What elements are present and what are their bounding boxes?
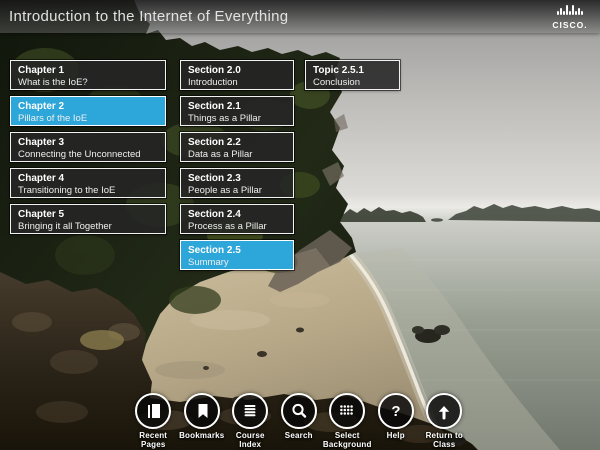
tile-title: What is the IoE? [18, 77, 88, 88]
bookmarks-button[interactable]: Bookmarks [178, 393, 227, 449]
section-tile-2-3[interactable]: Section 2.3 People as a Pillar [180, 168, 294, 198]
page-title: Introduction to the Internet of Everythi… [9, 8, 289, 25]
tile-title: Introduction [188, 77, 238, 88]
svg-text:?: ? [391, 403, 400, 420]
chapter-tile-5[interactable]: Chapter 5 Bringing it all Together [10, 204, 166, 234]
cisco-logo: CISCO. [550, 4, 590, 33]
select-background-icon [329, 393, 366, 429]
tile-kicker: Chapter 1 [18, 65, 65, 76]
help-button[interactable]: ? Help [372, 393, 421, 449]
tile-title: Process as a Pillar [188, 221, 267, 232]
search-button[interactable]: Search [275, 393, 324, 449]
tile-kicker: Section 2.5 [188, 245, 241, 256]
tile-title: Conclusion [313, 77, 360, 88]
return-to-class-icon [426, 393, 463, 429]
tile-kicker: Chapter 5 [18, 209, 65, 220]
tile-kicker: Chapter 3 [18, 137, 65, 148]
tile-title: Pillars of the IoE [18, 113, 88, 124]
recent-pages-button[interactable]: Recent Pages [129, 393, 178, 449]
tile-kicker: Topic 2.5.1 [313, 65, 364, 76]
tile-title: Things as a Pillar [188, 113, 261, 124]
select-background-button[interactable]: Select Background [323, 393, 372, 449]
tool-label: Bookmarks [179, 431, 225, 440]
bottom-toolbar: Recent Pages Bookmarks Course Index Sear… [129, 393, 469, 449]
section-tile-2-5[interactable]: Section 2.5 Summary [180, 240, 294, 270]
header-bar: Introduction to the Internet of Everythi… [0, 0, 600, 33]
topic-tile-2-5-1[interactable]: Topic 2.5.1 Conclusion [305, 60, 400, 90]
course-index-screen: Introduction to the Internet of Everythi… [0, 0, 600, 450]
tile-kicker: Chapter 2 [18, 101, 65, 112]
tile-title: Connecting the Unconnected [18, 149, 141, 160]
section-tile-2-0[interactable]: Section 2.0 Introduction [180, 60, 294, 90]
tool-label: Search [284, 431, 313, 440]
tool-label: Return to Class [425, 431, 463, 450]
chapter-tile-4[interactable]: Chapter 4 Transitioning to the IoE [10, 168, 166, 198]
tool-label: Recent Pages [139, 431, 168, 450]
section-tile-2-2[interactable]: Section 2.2 Data as a Pillar [180, 132, 294, 162]
tool-label: Select Background [322, 431, 372, 450]
section-tile-2-4[interactable]: Section 2.4 Process as a Pillar [180, 204, 294, 234]
section-tile-2-1[interactable]: Section 2.1 Things as a Pillar [180, 96, 294, 126]
search-icon [280, 393, 317, 429]
tool-label: Course Index [235, 431, 265, 450]
chapter-tile-2[interactable]: Chapter 2 Pillars of the IoE [10, 96, 166, 126]
recent-pages-icon [135, 393, 172, 429]
tile-kicker: Chapter 4 [18, 173, 65, 184]
course-index-icon [232, 393, 269, 429]
bookmarks-icon [183, 393, 220, 429]
tile-title: Transitioning to the IoE [18, 185, 116, 196]
cisco-logo-icon [550, 4, 590, 15]
tile-kicker: Section 2.4 [188, 209, 241, 220]
tile-kicker: Section 2.3 [188, 173, 241, 184]
tile-kicker: Section 2.2 [188, 137, 241, 148]
tile-title: Summary [188, 257, 229, 268]
cisco-logo-text: CISCO. [552, 20, 588, 30]
tile-title: Bringing it all Together [18, 221, 112, 232]
chapter-tile-1[interactable]: Chapter 1 What is the IoE? [10, 60, 166, 90]
tile-kicker: Section 2.0 [188, 65, 241, 76]
tile-kicker: Section 2.1 [188, 101, 241, 112]
tile-title: Data as a Pillar [188, 149, 253, 160]
course-index-button[interactable]: Course Index [226, 393, 275, 449]
return-to-class-button[interactable]: Return to Class [420, 393, 469, 449]
chapter-tile-3[interactable]: Chapter 3 Connecting the Unconnected [10, 132, 166, 162]
tile-title: People as a Pillar [188, 185, 262, 196]
help-icon: ? [377, 393, 414, 429]
tool-label: Help [386, 431, 405, 440]
